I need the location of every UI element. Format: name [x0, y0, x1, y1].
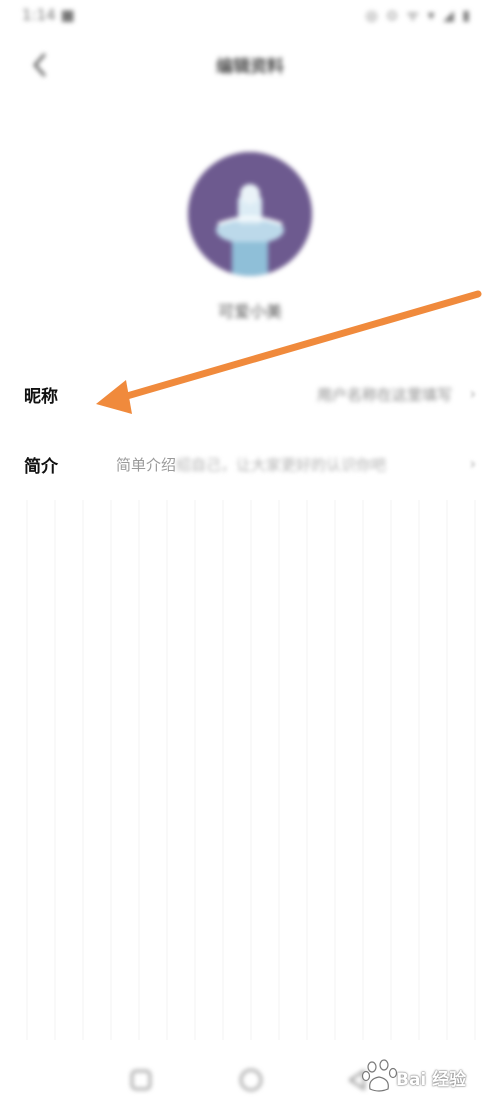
bio-value: 简单介绍绍自己，让大家更好的认识你吧 [116, 454, 386, 475]
status-time: 1:14 ■ [22, 6, 75, 24]
avatar[interactable] [188, 152, 312, 276]
empty-content-area [0, 500, 500, 1040]
bio-row[interactable]: 简介 简单介绍绍自己，让大家更好的认识你吧 › [0, 440, 500, 490]
status-bar: 1:14 ■ ◎ ⊙ ᯤ ▾ ◢ ▮ [0, 0, 500, 36]
chevron-right-icon: › [469, 384, 476, 403]
circle-home-icon[interactable] [236, 1065, 266, 1095]
paw-logo-icon [361, 1059, 398, 1092]
avatar-image [188, 152, 312, 276]
square-nav-icon[interactable] [126, 1065, 156, 1095]
nickname-value: 用户名称在这里填写 [316, 386, 452, 404]
page-title: 编辑资料 [216, 57, 284, 77]
bio-value-faded: 绍自己，让大家更好的认识你吧 [176, 456, 387, 474]
profile-name: 可爱小美 [217, 302, 282, 321]
status-icons: ◎ ⊙ ᯤ ▾ ◢ ▮ [365, 8, 472, 24]
bio-label: 简介 [24, 457, 58, 477]
nickname-row[interactable]: 昵称 用户名称在这里填写 › [0, 370, 500, 420]
nickname-label: 昵称 [24, 387, 58, 407]
baidu-watermark: Bai 经验 [360, 1057, 490, 1097]
chevron-right-icon: › [469, 454, 476, 473]
watermark-text: Bai 经验 [396, 1070, 467, 1090]
bio-value-clear: 简单介绍 [116, 456, 177, 474]
header: 编辑资料 [0, 42, 500, 88]
